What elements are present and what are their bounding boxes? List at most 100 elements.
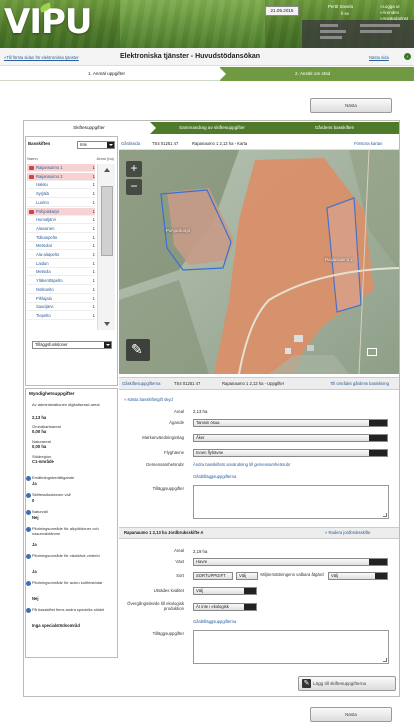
map-tool-button[interactable]: ✎ bbox=[126, 339, 150, 361]
scroll-thumb[interactable] bbox=[101, 186, 113, 256]
chevron-down-icon bbox=[369, 420, 387, 426]
step-report-data[interactable]: 1. Anmäl uppgifter bbox=[0, 67, 220, 81]
list-item[interactable]: Notkoelto 1 bbox=[27, 286, 95, 294]
authority-info-value: Nej bbox=[32, 596, 39, 601]
step-apply-support[interactable]: 2. Ansök om stöd bbox=[219, 67, 414, 81]
next-button-top[interactable]: Nästa bbox=[310, 98, 392, 113]
next-button-bottom[interactable]: Nästa bbox=[310, 707, 392, 722]
scroll-down-icon[interactable] bbox=[104, 322, 110, 326]
info-icon[interactable] bbox=[26, 554, 31, 559]
seed-quality-select[interactable]: Välj bbox=[193, 587, 257, 595]
field-extra-label: Tilläggsuppgifter bbox=[152, 631, 184, 636]
info-icon[interactable] bbox=[26, 608, 31, 613]
list-item[interactable]: Hakku 1 bbox=[27, 181, 95, 190]
field-extra-textarea[interactable] bbox=[193, 630, 389, 664]
list-item[interactable]: Luomo 1 bbox=[27, 199, 95, 207]
variety-button[interactable]: SORTUPPGIFT bbox=[193, 572, 233, 580]
list-item[interactable]: Metsolat 1 bbox=[27, 242, 95, 251]
extra-data-link[interactable]: Gårdtilläggsuppgifterna bbox=[193, 474, 236, 479]
delete-field-parcel-link[interactable]: » Radera jordbruksskifte bbox=[325, 530, 370, 535]
fullscreen-icon[interactable] bbox=[367, 348, 377, 356]
list-item-label: Humaljärvi bbox=[36, 217, 56, 223]
list-item-label: Notkoelto bbox=[36, 286, 54, 292]
field-parcel-title: Rapanaumo 1 2,13 ha Jordbruksskifte A bbox=[124, 530, 204, 535]
authority-info-value: Nej bbox=[32, 515, 39, 520]
list-item[interactable]: Syrjälä 1 bbox=[27, 190, 95, 199]
extra-functions-select[interactable]: Tilläggsfunktioner bbox=[32, 341, 112, 349]
list-item[interactable]: Humaljärvi 1 bbox=[27, 216, 95, 225]
list-item[interactable]: Alavainen 1 bbox=[27, 225, 95, 233]
chevron-down-icon bbox=[107, 142, 114, 148]
list-scrollbar[interactable] bbox=[97, 164, 115, 330]
list-item[interactable]: Ala-aitapelto 1 bbox=[27, 251, 95, 259]
scroll-up-icon[interactable] bbox=[104, 168, 110, 172]
resize-grip-icon[interactable] bbox=[383, 658, 387, 662]
header-panel-line bbox=[320, 36, 342, 39]
list-item[interactable]: Tiepelto 1 bbox=[27, 312, 95, 320]
extra-functions-value: Tilläggsfunktioner bbox=[35, 342, 68, 347]
info-icon[interactable] bbox=[26, 527, 31, 532]
area-value: 2,13 ha bbox=[193, 409, 208, 414]
list-item[interactable]: Raijansuimo 1 1 bbox=[27, 164, 95, 172]
list-item-label: Tiepelto bbox=[36, 312, 51, 318]
zoom-in-button[interactable]: + bbox=[126, 161, 142, 177]
tab-summary[interactable]: Sammandrag av skiftesuppgifter bbox=[150, 122, 274, 134]
ownership-select[interactable]: Tamsin ösua bbox=[193, 419, 388, 427]
list-item-label: Pohjoiskorpi bbox=[36, 208, 59, 214]
tab-parcel-data[interactable]: Skiftesuppgifter bbox=[24, 122, 154, 134]
back-link[interactable]: «Till första sidan för elektroniska tjän… bbox=[4, 55, 79, 60]
extra-label: Tilläggsuppgifter bbox=[152, 486, 184, 491]
area-label: Areal bbox=[173, 409, 184, 414]
selected-marker-icon bbox=[29, 174, 34, 179]
flight-select[interactable]: Innen flyhävne bbox=[193, 449, 388, 457]
authority-row-value: C1-område bbox=[32, 459, 54, 464]
info-icon[interactable] bbox=[26, 493, 31, 498]
list-item-count: 1 bbox=[92, 234, 95, 240]
list-item-count: 1 bbox=[92, 304, 95, 310]
tab-base-parcels[interactable]: Gårdens basskiften bbox=[270, 122, 399, 134]
field-extra-link[interactable]: Gårdtilläggsuppgifterna bbox=[193, 619, 236, 624]
info-icon[interactable] bbox=[26, 510, 31, 515]
list-item[interactable]: Metsola 1 bbox=[27, 268, 95, 277]
filter-select-value: Inte bbox=[80, 142, 87, 147]
list-item[interactable]: Laidun 1 bbox=[27, 260, 95, 268]
list-item[interactable]: Yläkenttäpelto 1 bbox=[27, 277, 95, 286]
map-farm-link[interactable]: Gårdssida bbox=[121, 141, 140, 146]
authority-row-value: 2,13 ha bbox=[32, 415, 47, 420]
crop-select[interactable]: Havre bbox=[193, 558, 388, 566]
resize-grip-icon[interactable] bbox=[383, 513, 387, 517]
extra-info-textarea[interactable] bbox=[193, 485, 389, 519]
add-parcel-data-button[interactable]: ✎ Lägg till skiftesuppgifterna bbox=[298, 676, 396, 691]
list-item[interactable]: Pohjoiskorpi 1 bbox=[27, 207, 95, 216]
arrow-right-icon[interactable]: › bbox=[404, 53, 411, 60]
env-measure-select[interactable]: Välj bbox=[328, 572, 388, 580]
seed-quality-value: Välj bbox=[196, 588, 203, 593]
info-icon[interactable] bbox=[26, 476, 31, 481]
next-base-parcel-link[interactable]: » Nästa basskiftetgift skyd bbox=[124, 397, 173, 402]
list-item-label: Yläkenttäpelto bbox=[36, 278, 63, 284]
list-item[interactable]: Saarijärvi 1 bbox=[27, 303, 95, 312]
parcel-data-ref: TS4 01251 47 bbox=[174, 381, 201, 386]
crop-value: Havre bbox=[196, 559, 208, 564]
logout-link[interactable]: »Logga ut bbox=[380, 4, 400, 9]
list-item[interactable]: Tolkanpelto 1 bbox=[27, 234, 95, 242]
filter-select[interactable]: Inte bbox=[77, 141, 115, 149]
parcel-data-link[interactable]: Gåskiftesuppgifterna bbox=[122, 381, 160, 386]
tab-separator bbox=[270, 122, 276, 134]
farm-base-link[interactable]: Till området gårdens basiskning bbox=[330, 381, 389, 386]
map-label-parcel: Raijansuimo 2 bbox=[325, 257, 353, 262]
zoom-out-button[interactable]: − bbox=[126, 179, 142, 195]
map-view[interactable] bbox=[119, 150, 399, 374]
cases-link[interactable]: »Ärenden bbox=[380, 10, 399, 15]
authority-info-label: Naturvall bbox=[32, 509, 48, 514]
common-link[interactable]: Ändra basskiftets användning till gemens… bbox=[193, 462, 290, 467]
land-use-select[interactable]: Åker bbox=[193, 434, 388, 442]
info-icon[interactable] bbox=[26, 581, 31, 586]
list-item[interactable]: Raijansuimo 2 1 bbox=[27, 172, 95, 181]
next-page-link[interactable]: Nästa sida bbox=[369, 55, 389, 60]
variety-select[interactable]: Välj bbox=[236, 572, 258, 580]
enlarge-map-link[interactable]: Förstora kartan bbox=[354, 141, 382, 146]
list-item[interactable]: Pihlajala 1 bbox=[27, 295, 95, 303]
ownership-label: Ägande bbox=[169, 420, 184, 425]
organic-select[interactable]: Är inte i ekologisk bbox=[193, 603, 257, 611]
